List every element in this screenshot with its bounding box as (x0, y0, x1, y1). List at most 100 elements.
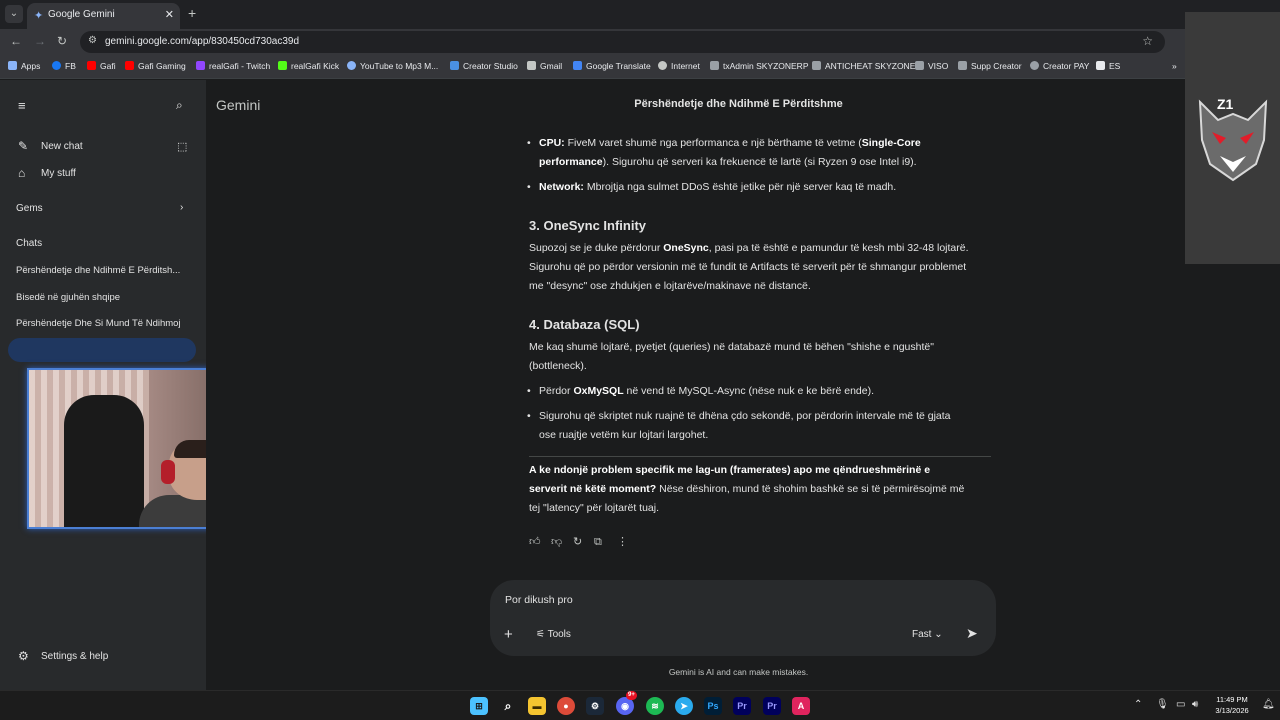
url-text: gemini.google.com/app/830450cd730ac39d (105, 36, 300, 47)
tray-overflow-icon[interactable]: ⌃ (1134, 699, 1142, 710)
tab-title: Google Gemini (48, 9, 115, 20)
back-icon[interactable]: ← (10, 34, 22, 48)
adobe-icon[interactable]: A (792, 697, 810, 715)
closing-question: A ke ndonjë problem specifik me lag-un (… (529, 464, 965, 514)
site-info-icon[interactable]: ⚙ (88, 35, 97, 46)
premiere-2-icon[interactable]: Pr (763, 697, 781, 715)
bookmark-yt-mp3[interactable]: YouTube to Mp3 M... (347, 61, 438, 71)
sidebar-chat-item[interactable]: Përshëndetje Dhe Si Mund Të Ndihmoj (16, 318, 181, 329)
tools-icon: ⚟ (536, 629, 548, 640)
new-tab-icon[interactable]: + (188, 5, 196, 21)
prompt-input[interactable]: Por dikush pro (505, 594, 573, 606)
list-item: CPU: FiveM varet shumë nga performanca e… (527, 134, 979, 172)
spotify-icon[interactable]: ≋ (646, 697, 664, 715)
bookmarks-overflow-icon[interactable]: » (1172, 61, 1177, 71)
bookmark-internet[interactable]: Internet (658, 61, 700, 71)
tab-gemini[interactable]: ✦ Google Gemini ✕ (27, 3, 180, 29)
my-stuff-link[interactable]: My stuff (41, 168, 76, 179)
list-item: Network: Mbrojtja nga sulmet DDoS është … (527, 178, 979, 197)
tab-strip: ⌄ ✦ Google Gemini ✕ + (0, 0, 1280, 29)
tools-button[interactable]: ⚟ Tools (536, 629, 571, 640)
bookmark-viso[interactable]: VISO (915, 61, 948, 71)
search-icon[interactable]: ⌕ (499, 697, 517, 715)
my-stuff-icon: ⌂ (18, 166, 26, 180)
browser-toolbar: ← → ↻ ⚙ gemini.google.com/app/830450cd73… (0, 29, 1280, 54)
file-explorer-icon[interactable]: ▬ (528, 697, 546, 715)
logo-text: Z1 (1217, 96, 1234, 112)
chevron-down-icon: ⌄ (934, 629, 943, 640)
paragraph: Supozoj se je duke përdorur OneSync, pas… (529, 242, 969, 292)
more-options-icon[interactable]: ⋮ (617, 533, 628, 552)
clock-time: 11:49 PM (1216, 695, 1248, 704)
bookmark-creator-pay[interactable]: Creator PAY (1030, 61, 1089, 71)
extension-overlay: Z1 (1185, 12, 1280, 264)
premiere-icon[interactable]: Pr (733, 697, 751, 715)
bookmark-apps[interactable]: Apps (8, 61, 40, 71)
copy-icon[interactable]: ⧉ (594, 533, 602, 552)
menu-icon[interactable]: ≡ (18, 98, 26, 113)
chats-heading: Chats (16, 238, 43, 249)
reload-icon[interactable]: ↻ (57, 34, 67, 48)
gems-link[interactable]: Gems (16, 203, 43, 214)
new-chat-button[interactable]: New chat (41, 141, 83, 152)
temporary-chat-icon[interactable]: ⬚ (177, 140, 187, 153)
network-icon[interactable]: ▭ (1176, 699, 1185, 710)
address-bar[interactable]: ⚙ gemini.google.com/app/830450cd730ac39d… (80, 31, 1165, 53)
sidebar-chat-item[interactable]: Bisedë në gjuhën shqipe (16, 292, 120, 303)
add-attachment-icon[interactable]: + (504, 626, 513, 643)
section-heading: 4. Databaza (SQL) (529, 317, 640, 332)
webcam-headset (161, 460, 175, 484)
list-item: Përdor OxMySQL në vend të MySQL-Async (n… (527, 382, 979, 401)
bookmark-anticheat[interactable]: ANTICHEAT SKYZONE (812, 61, 915, 71)
windows-start-icon[interactable]: ⊞ (470, 697, 488, 715)
telegram-icon[interactable]: ➤ (675, 697, 693, 715)
sidebar-chat-active[interactable] (8, 338, 196, 362)
steam-icon[interactable]: ⚙ (586, 697, 604, 715)
bookmark-star-icon[interactable]: ☆ (1142, 34, 1153, 48)
bookmark-fb[interactable]: FB (52, 61, 76, 71)
main-panel: Gemini Përshëndetje dhe Ndihmë E Përdits… (206, 80, 1185, 690)
system-clock[interactable]: 11:49 PM 3/13/2026 (1210, 694, 1254, 716)
paragraph: Me kaq shumë lojtarë, pyetjet (queries) … (529, 341, 934, 372)
discord-badge: 9+ (626, 691, 637, 700)
tab-close-icon[interactable]: ✕ (165, 8, 174, 21)
chrome-icon[interactable]: ● (557, 697, 575, 715)
bookmark-gafi-gaming[interactable]: Gafi Gaming (125, 61, 186, 71)
bookmark-es[interactable]: ES (1096, 61, 1120, 71)
model-mode-select[interactable]: Fast ⌄ (912, 629, 943, 640)
chevron-right-icon[interactable]: › (180, 202, 183, 213)
search-icon[interactable]: ⌕ (176, 98, 183, 113)
microphone-icon[interactable]: 🎙︎ (1156, 699, 1169, 710)
divider (529, 456, 991, 457)
bookmark-creator-studio[interactable]: Creator Studio (450, 61, 518, 71)
settings-help-button[interactable]: Settings & help (41, 651, 108, 662)
sidebar-chat-item[interactable]: Përshëndetje dhe Ndihmë E Përditsh... (16, 265, 180, 276)
thumbs-up-icon[interactable]: 👍︎ (529, 533, 541, 552)
bookmark-google-translate[interactable]: Google Translate (573, 61, 651, 71)
clock-date: 3/13/2026 (1215, 706, 1249, 715)
send-icon[interactable]: ➤ (966, 625, 978, 642)
photoshop-icon[interactable]: Ps (704, 697, 722, 715)
settings-gear-icon: ⚙ (18, 649, 29, 663)
thumbs-down-icon[interactable]: 👎︎ (551, 533, 562, 552)
bookmark-txadmin[interactable]: txAdmin SKYZONERP (710, 61, 809, 71)
discord-icon[interactable]: ◉ 9+ (616, 691, 637, 715)
webcam-chair (64, 395, 144, 527)
conversation-title: Përshëndetje dhe Ndihmë E Përditshme (634, 98, 843, 110)
bookmark-kick[interactable]: realGafi Kick (278, 61, 339, 71)
forward-icon[interactable]: → (34, 34, 46, 48)
bookmark-gafi[interactable]: Gafi (87, 61, 116, 71)
bookmark-gmail[interactable]: Gmail (527, 61, 562, 71)
volume-icon[interactable]: 🔊︎ (1192, 699, 1198, 710)
bookmark-supp-creator[interactable]: Supp Creator (958, 61, 1022, 71)
bookmark-twitch[interactable]: realGafi - Twitch (196, 61, 270, 71)
list-item: Sigurohu që skriptet nuk ruajnë të dhëna… (527, 407, 984, 445)
disclaimer: Gemini is AI and can make mistakes. (668, 667, 809, 677)
gemini-favicon-icon: ✦ (34, 10, 44, 22)
new-chat-icon: ✎ (18, 139, 29, 153)
regenerate-icon[interactable]: ↻ (573, 533, 582, 552)
notification-bell-icon[interactable]: 🔔︎ (1262, 699, 1275, 710)
section-heading: 3. OneSync Infinity (529, 218, 647, 233)
taskbar: ⊞ ⌕ ▬ ● ⚙ ◉ 9+ ≋ ➤ Ps Pr Pr A ⌃ 🎙︎ ▭ 🔊︎ 1… (0, 690, 1280, 720)
tab-search-icon[interactable]: ⌄ (5, 5, 23, 23)
